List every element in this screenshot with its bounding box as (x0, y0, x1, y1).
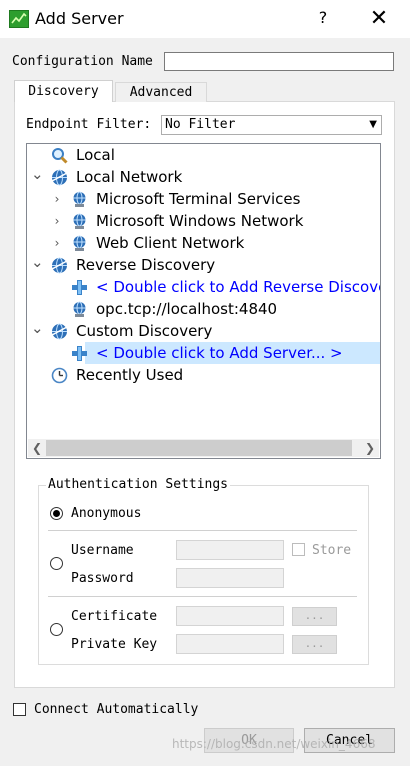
store-checkbox[interactable] (292, 543, 305, 556)
tree-item-label: Custom Discovery (76, 322, 213, 340)
scrollbar-thumb[interactable] (46, 440, 352, 456)
tree-item-label: < Double click to Add Server... > (96, 344, 343, 362)
tree-item[interactable]: < Double click to Add Server... > (72, 342, 380, 364)
endpoint-filter-select[interactable]: No Filter ▼ (161, 115, 382, 135)
clock-icon (51, 367, 68, 384)
network-globe-icon (51, 323, 68, 340)
tree-item-label: Microsoft Windows Network (96, 212, 304, 230)
tree-item-label: Reverse Discovery (76, 256, 216, 274)
search-icon (51, 147, 68, 164)
tree-item-label: Local Network (76, 168, 183, 186)
chevron-down-icon[interactable]: ⌄ (31, 251, 44, 273)
server-globe-icon (71, 235, 88, 252)
certificate-label: Certificate (71, 609, 158, 624)
tree-item-label: Microsoft Terminal Services (96, 190, 301, 208)
horizontal-scrollbar[interactable]: ❮ ❯ (28, 439, 379, 457)
divider (48, 596, 357, 597)
username-radio[interactable] (50, 557, 63, 570)
network-globe-icon (51, 257, 68, 274)
chevron-down-icon[interactable]: ⌄ (31, 163, 44, 185)
private-key-browse-button[interactable]: ... (292, 635, 337, 654)
tab-discovery[interactable]: Discovery (14, 80, 113, 102)
tree-item[interactable]: opc.tcp://localhost:4840 (27, 298, 380, 320)
server-globe-icon (71, 301, 88, 318)
tree-item-label: opc.tcp://localhost:4840 (96, 300, 278, 318)
chevron-down-icon[interactable]: ⌄ (31, 317, 44, 339)
username-label: Username (71, 543, 134, 558)
endpoint-filter-value: No Filter (165, 117, 236, 132)
help-button[interactable]: ? (313, 8, 333, 30)
tree-item[interactable]: ⌄ Reverse Discovery (27, 251, 380, 276)
tree-item[interactable]: › Web Client Network (27, 232, 380, 254)
server-globe-icon (71, 191, 88, 208)
chevron-right-icon[interactable]: › (51, 210, 63, 232)
server-globe-icon (71, 213, 88, 230)
add-plus-icon (71, 345, 88, 362)
authentication-settings-title: Authentication Settings (46, 477, 231, 492)
store-label: Store (312, 543, 352, 558)
password-field[interactable] (176, 568, 284, 588)
tree-item[interactable]: Local (27, 144, 380, 166)
anonymous-label: Anonymous (71, 506, 142, 521)
password-label: Password (71, 571, 134, 586)
tree-item[interactable]: ⌄ Local Network (27, 163, 380, 188)
tree-item-label: Recently Used (76, 366, 184, 384)
connect-automatically-checkbox[interactable] (13, 703, 26, 716)
username-field[interactable] (176, 540, 284, 560)
tree-item[interactable]: › Microsoft Windows Network (27, 210, 380, 232)
endpoint-filter-label: Endpoint Filter: (26, 117, 152, 132)
tab-advanced[interactable]: Advanced (115, 82, 207, 102)
chevron-right-icon[interactable]: › (51, 232, 63, 254)
tree-item[interactable]: < Double click to Add Reverse Discovery.… (27, 276, 380, 298)
chevron-right-icon[interactable]: › (51, 188, 63, 210)
tree-item-label: Web Client Network (96, 234, 245, 252)
divider (48, 530, 357, 531)
app-icon (9, 10, 29, 28)
tree-item-label: < Double click to Add Reverse Discovery.… (96, 278, 380, 296)
connect-automatically-label: Connect Automatically (34, 702, 199, 717)
add-plus-icon (71, 279, 88, 296)
private-key-field[interactable] (176, 634, 284, 654)
network-globe-icon (51, 169, 68, 186)
private-key-label: Private Key (71, 637, 158, 652)
anonymous-radio[interactable] (50, 507, 63, 520)
certificate-field[interactable] (176, 606, 284, 626)
tree-item-label: Local (76, 146, 115, 164)
scroll-right-icon[interactable]: ❯ (361, 439, 379, 457)
scroll-left-icon[interactable]: ❮ (28, 439, 46, 457)
configuration-name-label: Configuration Name (12, 54, 153, 69)
certificate-browse-button[interactable]: ... (292, 607, 337, 626)
configuration-name-input[interactable] (164, 52, 394, 71)
server-tree[interactable]: Local ⌄ Local Network › Microsoft Terminal S… (26, 143, 381, 459)
tree-item[interactable]: Recently Used (27, 364, 380, 386)
certificate-radio[interactable] (50, 623, 63, 636)
watermark: https://blog.csdn.net/weixin_4668 (172, 737, 376, 751)
window-title: Add Server (35, 9, 124, 28)
dropdown-arrow-icon: ▼ (369, 119, 377, 130)
tree-item[interactable]: › Microsoft Terminal Services (27, 188, 380, 210)
close-button[interactable]: ✕ (362, 6, 396, 32)
tree-item[interactable]: ⌄ Custom Discovery (27, 317, 380, 342)
